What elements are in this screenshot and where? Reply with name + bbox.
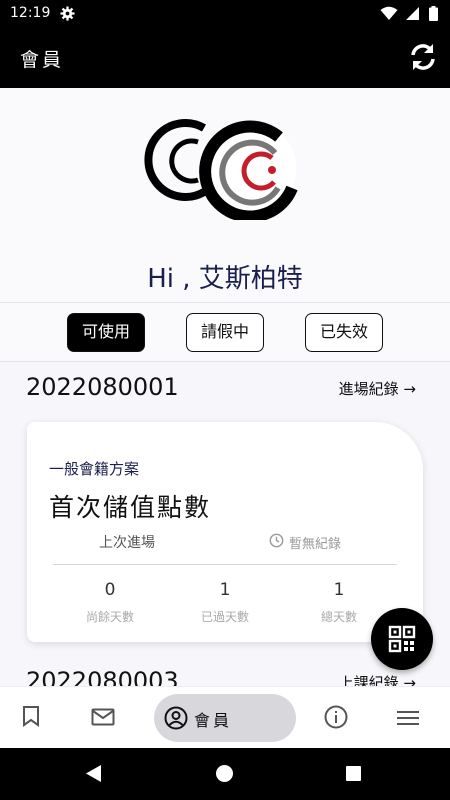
info-icon[interactable]: [324, 705, 348, 729]
account-circle-icon: [164, 706, 188, 730]
last-entry-label: 上次進場: [99, 535, 155, 551]
nav-tab-member-label: 會員: [194, 711, 233, 730]
filter-chip-expired[interactable]: 已失效: [305, 313, 383, 352]
entry-records-link[interactable]: 進場紀錄 →: [339, 378, 416, 399]
greeting-text: Hi , 艾斯柏特: [147, 264, 303, 294]
menu-icon[interactable]: [397, 710, 419, 726]
page-title: 會員: [20, 49, 65, 71]
stat-label: 已過天數: [200, 610, 249, 624]
system-navigation-bar: [0, 748, 450, 800]
stat-remaining-days: 0 尚餘天數: [60, 580, 160, 625]
signal-icon: [406, 7, 419, 20]
entry-records-label: 進場紀錄: [338, 380, 399, 398]
recent-apps-icon[interactable]: [346, 766, 361, 781]
stat-elapsed-days: 1 已過天數: [175, 580, 275, 625]
battery-icon: [429, 6, 438, 21]
bottom-navigation: 會員: [0, 686, 450, 748]
plan-type: 一般會籍方案: [49, 460, 140, 478]
home-icon[interactable]: [216, 765, 233, 782]
profile-header: Hi , 艾斯柏特: [0, 88, 450, 302]
card-divider: [53, 564, 397, 565]
stat-label: 尚餘天數: [85, 610, 134, 624]
arrow-right-icon: →: [403, 380, 416, 398]
mail-icon[interactable]: [91, 708, 115, 726]
app-bar: 會員: [0, 28, 450, 88]
filter-chip-active[interactable]: 可使用: [67, 313, 145, 352]
membership-card[interactable]: 一般會籍方案 首次儲值點數 上次進場 暫無紀錄 0 尚餘天數 1 已過天數 1 …: [27, 422, 423, 642]
stat-value: 1: [333, 580, 345, 600]
membership-id: 2022080001: [26, 373, 179, 401]
clock-icon: [269, 533, 284, 548]
filter-chip-on-leave[interactable]: 請假中: [186, 313, 264, 352]
bookmark-icon[interactable]: [22, 705, 40, 727]
status-filter-bar: 可使用 請假中 已失效: [0, 302, 450, 362]
stat-value: 1: [219, 580, 231, 600]
status-time: 12:19: [10, 5, 51, 21]
brand-logo: [144, 119, 298, 220]
stat-total-days: 1 總天數: [289, 580, 389, 625]
plan-name: 首次儲值點數: [49, 493, 212, 522]
last-entry-value: 暫無紀錄: [289, 537, 342, 552]
settings-gear-icon: [60, 6, 75, 21]
refresh-icon[interactable]: [408, 42, 438, 72]
stat-value: 0: [104, 580, 116, 600]
qr-code-button[interactable]: [371, 608, 433, 670]
wifi-icon: [380, 6, 398, 20]
stat-label: 總天數: [320, 610, 357, 624]
status-bar: 12:19: [0, 0, 450, 28]
nav-tab-member[interactable]: 會員: [154, 694, 296, 742]
back-icon[interactable]: [86, 765, 102, 782]
qr-code-icon: [388, 625, 416, 653]
